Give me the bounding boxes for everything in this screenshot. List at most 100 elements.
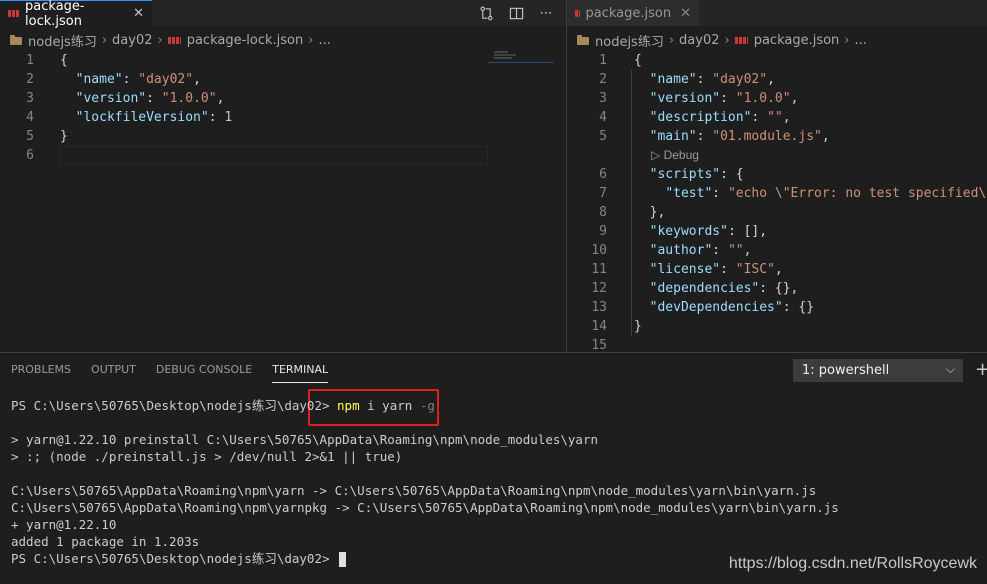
- line-number: 6: [26, 148, 34, 163]
- more-actions-icon[interactable]: ⋯: [538, 5, 554, 21]
- json-file-icon: [575, 9, 580, 17]
- line-number: 11: [591, 262, 607, 277]
- code-line: 7 "test": "echo \"Error: no test specifi…: [567, 184, 987, 203]
- code-editor-right[interactable]: 1 { 2 "name": "day02", 3 "version": "1.0.…: [567, 51, 987, 351]
- chevron-right-icon: ›: [724, 32, 730, 48]
- chevron-right-icon: ›: [157, 32, 163, 48]
- json-file-icon: [734, 36, 748, 44]
- tab-package-lock-json[interactable]: package-lock.json ✕: [0, 0, 152, 29]
- debug-codelens[interactable]: ▷ Debug: [567, 146, 987, 165]
- code-line: 1{: [0, 51, 566, 70]
- close-icon[interactable]: ✕: [680, 6, 691, 21]
- code-line: 2 "name": "day02",: [0, 70, 566, 89]
- split-editor-icon[interactable]: [508, 5, 524, 21]
- close-icon[interactable]: ✕: [133, 6, 144, 21]
- code-text: "version": "1.0.0",: [75, 91, 225, 106]
- json-file-icon: [8, 10, 20, 17]
- line-number: 4: [26, 110, 34, 125]
- line-number: 15: [591, 338, 607, 351]
- watermark: https://blog.csdn.net/RollsRoycewk: [728, 555, 977, 572]
- code-line: 15: [567, 336, 987, 351]
- terminal-line: > :; (node ./preinstall.js > /dev/null 2…: [11, 449, 403, 464]
- line-number: 2: [599, 72, 607, 87]
- code-text: "license": "ISC",: [649, 262, 783, 277]
- line-number: 6: [599, 167, 607, 182]
- tab-package-json[interactable]: package.json ✕: [567, 0, 699, 26]
- code-line: 5}: [0, 127, 566, 146]
- code-text: "version": "1.0.0",: [649, 91, 799, 106]
- chevron-right-icon: ›: [101, 32, 108, 48]
- code-text: "dependencies": {},: [649, 281, 799, 296]
- editor-actions: ⋯: [478, 0, 554, 26]
- line-number: 9: [599, 224, 607, 239]
- code-text: }: [60, 129, 68, 144]
- line-number: 5: [599, 129, 607, 144]
- tab-output[interactable]: OUTPUT: [91, 363, 136, 383]
- terminal-line: PS C:\Users\50765\Desktop\nodejs练习\day02…: [11, 398, 435, 413]
- code-text: {: [60, 53, 68, 68]
- breadcrumb-subfolder[interactable]: day02: [679, 33, 719, 48]
- tab-debug-console[interactable]: DEBUG CONSOLE: [156, 363, 252, 383]
- breadcrumb: nodejs练习 › day02 › package.json › ...: [567, 29, 987, 51]
- line-number: 12: [591, 281, 607, 296]
- terminal-line: + yarn@1.22.10: [11, 517, 117, 532]
- line-number: 1: [599, 53, 607, 68]
- code-text: "name": "day02",: [649, 72, 775, 87]
- breadcrumb-folder[interactable]: nodejs练习: [595, 31, 664, 50]
- breadcrumb-subfolder[interactable]: day02: [112, 33, 152, 48]
- breadcrumb-more[interactable]: ...: [318, 33, 330, 48]
- code-text: {: [634, 53, 642, 68]
- breadcrumb-more[interactable]: ...: [855, 33, 867, 48]
- line-number: 3: [26, 91, 34, 106]
- left-tab-bar: package-lock.json ✕ ⋯: [0, 0, 566, 29]
- code-line: 9 "keywords": [],: [567, 222, 987, 241]
- panel-tabs: PROBLEMS OUTPUT DEBUG CONSOLE TERMINAL: [11, 363, 348, 383]
- code-line: 10 "author": "",: [567, 241, 987, 260]
- terminal-prompt-line: PS C:\Users\50765\Desktop\nodejs练习\day02…: [11, 550, 839, 567]
- line-number: 3: [599, 91, 607, 106]
- terminal-line: > yarn@1.22.10 preinstall C:\Users\50765…: [11, 432, 598, 447]
- code-line-current: 6: [0, 146, 566, 165]
- code-line: 13 "devDependencies": {}: [567, 298, 987, 317]
- line-number: 10: [591, 243, 607, 258]
- breadcrumb-folder[interactable]: nodejs练习: [28, 31, 97, 50]
- code-line: 8 },: [567, 203, 987, 222]
- terminal-line: C:\Users\50765\AppData\Roaming\npm\yarn …: [11, 483, 817, 498]
- code-line: 11 "license": "ISC",: [567, 260, 987, 279]
- code-text: }: [634, 319, 642, 334]
- code-text: "lockfileVersion": 1: [75, 110, 233, 125]
- folder-icon: [10, 35, 22, 45]
- code-line: 14}: [567, 317, 987, 336]
- terminal-line: added 1 package in 1.203s: [11, 534, 200, 549]
- chevron-down-icon: ⌵: [945, 362, 955, 376]
- chevron-right-icon: ›: [308, 32, 314, 48]
- code-text: "devDependencies": {}: [649, 300, 815, 315]
- breadcrumb-file[interactable]: package.json: [754, 33, 840, 48]
- code-text: "test": "echo \"Error: no test specified…: [665, 186, 987, 201]
- tab-terminal[interactable]: TERMINAL: [272, 363, 329, 383]
- terminal-select-value: 1: powershell: [802, 363, 890, 378]
- code-line: 5 "main": "01.module.js",: [567, 127, 987, 146]
- chevron-right-icon: ›: [668, 32, 675, 48]
- line-number: 7: [599, 186, 607, 201]
- bottom-panel: PROBLEMS OUTPUT DEBUG CONSOLE TERMINAL 1…: [0, 352, 987, 584]
- code-line: 2 "name": "day02",: [567, 70, 987, 89]
- folder-icon: [577, 35, 589, 45]
- code-text: "description": "",: [649, 110, 791, 125]
- terminal-output[interactable]: PS C:\Users\50765\Desktop\nodejs练习\day02…: [11, 397, 839, 567]
- tab-label: package-lock.json: [25, 0, 85, 29]
- tab-label: package.json: [585, 5, 672, 21]
- breadcrumb-file[interactable]: package-lock.json: [187, 33, 304, 48]
- json-file-icon: [167, 36, 181, 44]
- code-editor-left[interactable]: 1{ 2 "name": "day02", 3 "version": "1.0.…: [0, 51, 566, 165]
- terminal-select[interactable]: 1: powershell ⌵: [793, 359, 963, 382]
- code-text: "name": "day02",: [75, 72, 201, 87]
- code-line: 4 "lockfileVersion": 1: [0, 108, 566, 127]
- code-text: "scripts": {: [649, 167, 744, 182]
- compare-icon[interactable]: [478, 5, 494, 21]
- new-terminal-button[interactable]: +: [975, 359, 987, 380]
- left-editor-pane: package-lock.json ✕ ⋯ nodejs练习 › day02 ›…: [0, 0, 566, 351]
- tab-problems[interactable]: PROBLEMS: [11, 363, 71, 383]
- code-text: },: [649, 205, 666, 220]
- right-tab-bar: package.json ✕: [567, 0, 987, 26]
